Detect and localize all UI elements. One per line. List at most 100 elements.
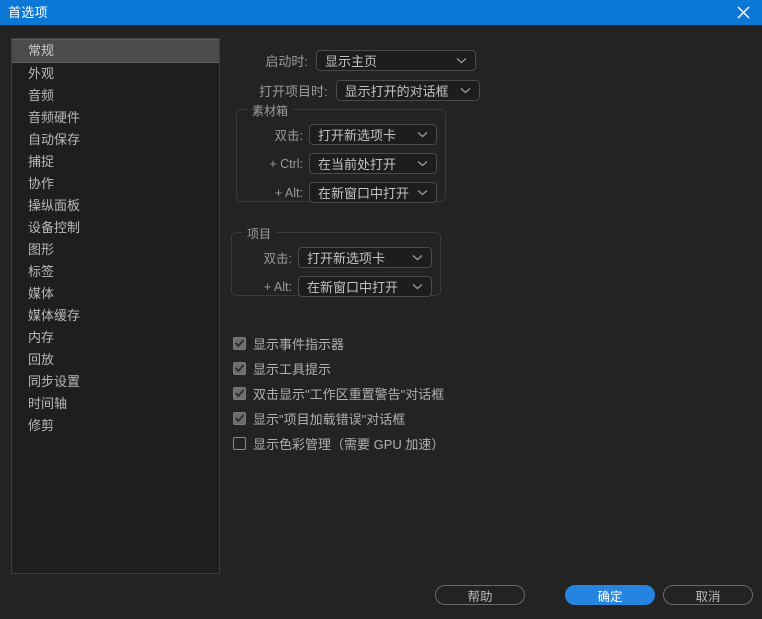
project-group: 项目 双击: 打开新选项卡 + Alt: 在新窗口中打开 — [231, 225, 441, 297]
checkbox-row-project-load-error[interactable]: 显示"项目加载错误"对话框 — [233, 409, 633, 428]
sidebar-item-label: 音频硬件 — [28, 110, 81, 125]
close-icon — [736, 6, 750, 19]
sidebar-item-label: 外观 — [28, 66, 55, 81]
project-double-click-value: 打开新选项卡 — [307, 251, 386, 266]
sidebar-item-label: 媒体缓存 — [28, 308, 81, 323]
general-settings-pane: 启动时: 显示主页 打开项目时: 显示打开的对话框 素材箱 双击: 打开新选项卡 — [228, 36, 748, 536]
bin-ctrl-dropdown[interactable]: 在当前处打开 — [309, 153, 437, 174]
chevron-down-icon — [451, 57, 475, 64]
chevron-down-icon — [412, 131, 436, 138]
sidebar-item-label: 操纵面板 — [28, 198, 81, 213]
startup-dropdown-value: 显示主页 — [325, 54, 378, 69]
checkbox-label: 显示"项目加载错误"对话框 — [253, 412, 406, 427]
bin-double-click-row: 双击: 打开新选项卡 — [237, 124, 445, 145]
sidebar-item-audio-hardware[interactable]: 音频硬件 — [12, 107, 219, 129]
bin-double-click-label: 双击: — [274, 129, 303, 143]
sidebar-item-graphics[interactable]: 图形 — [12, 239, 219, 261]
sidebar-item-device-control[interactable]: 设备控制 — [12, 217, 219, 239]
open-project-dropdown-value: 显示打开的对话框 — [344, 84, 449, 99]
project-double-click-dropdown[interactable]: 打开新选项卡 — [298, 247, 432, 268]
sidebar-item-media[interactable]: 媒体 — [12, 283, 219, 305]
help-button[interactable]: 帮助 — [435, 585, 525, 605]
checkbox-row-color-management[interactable]: 显示色彩管理（需要 GPU 加速） — [233, 434, 633, 453]
sidebar-item-media-cache[interactable]: 媒体缓存 — [12, 305, 219, 327]
project-alt-dropdown[interactable]: 在新窗口中打开 — [298, 276, 432, 297]
checkmark-icon[interactable] — [233, 412, 246, 425]
bin-alt-row: + Alt: 在新窗口中打开 — [237, 182, 445, 203]
startup-label: 启动时: — [265, 54, 308, 69]
startup-dropdown[interactable]: 显示主页 — [316, 50, 476, 71]
chevron-down-icon — [412, 189, 436, 196]
sidebar-item-label: 同步设置 — [28, 374, 81, 389]
bin-ctrl-row: + Ctrl: 在当前处打开 — [237, 153, 445, 174]
sidebar-item-label: 协作 — [28, 176, 55, 191]
sidebar-item-playback[interactable]: 回放 — [12, 349, 219, 371]
sidebar-item-capture[interactable]: 捕捉 — [12, 151, 219, 173]
bin-alt-label: + Alt: — [274, 185, 303, 200]
checkbox-row-workspace-reset-warning[interactable]: 双击显示"工作区重置警告"对话框 — [233, 384, 633, 403]
sidebar-item-label: 标签 — [28, 264, 55, 279]
sidebar-item-label: 内存 — [28, 330, 55, 345]
sidebar-item-label: 音频 — [28, 88, 55, 103]
open-project-dropdown[interactable]: 显示打开的对话框 — [335, 80, 480, 101]
chevron-down-icon — [412, 160, 436, 167]
sidebar-item-timeline[interactable]: 时间轴 — [12, 393, 219, 415]
dialog-footer: 帮助 确定 取消 — [0, 579, 762, 619]
sidebar-item-memory[interactable]: 内存 — [12, 327, 219, 349]
bin-alt-value: 在新窗口中打开 — [318, 186, 410, 201]
sidebar-item-label: 修剪 — [28, 418, 55, 433]
sidebar-item-label: 设备控制 — [28, 220, 81, 235]
sidebar-item-auto-save[interactable]: 自动保存 — [12, 129, 219, 151]
sidebar-item-label: 自动保存 — [28, 132, 81, 147]
sidebar-item-label: 常规 — [28, 43, 55, 58]
checkbox-row-tooltips[interactable]: 显示工具提示 — [233, 359, 633, 378]
sidebar-item-label: 图形 — [28, 242, 55, 257]
sidebar-item-labels[interactable]: 标签 — [12, 261, 219, 283]
window-title: 首选项 — [8, 5, 48, 20]
project-double-click-label: 双击: — [263, 252, 292, 266]
bin-double-click-dropdown[interactable]: 打开新选项卡 — [309, 124, 437, 145]
chevron-down-icon — [455, 87, 479, 94]
checkmark-icon[interactable] — [233, 337, 246, 350]
sidebar-item-label: 时间轴 — [28, 396, 68, 411]
project-alt-label: + Alt: — [263, 279, 292, 294]
sidebar-item-label: 回放 — [28, 352, 55, 367]
chevron-down-icon — [407, 283, 431, 290]
options-checkbox-list: 显示事件指示器 显示工具提示 双击显示"工作区重置警告"对话框 显示"项目加载错… — [233, 334, 633, 459]
checkbox-row-event-indicators[interactable]: 显示事件指示器 — [233, 334, 633, 353]
category-list[interactable]: 常规 外观 音频 音频硬件 自动保存 捕捉 协作 操纵面板 设备控制 图形 标签… — [11, 38, 220, 574]
bin-group-title: 素材箱 — [247, 102, 294, 119]
sidebar-item-general[interactable]: 常规 — [12, 39, 219, 63]
sidebar-item-label: 媒体 — [28, 286, 55, 301]
sidebar-item-sync-settings[interactable]: 同步设置 — [12, 371, 219, 393]
sidebar-item-label: 捕捉 — [28, 154, 55, 169]
empty-checkbox-icon[interactable] — [233, 437, 246, 450]
checkbox-label: 显示色彩管理（需要 GPU 加速） — [253, 437, 445, 452]
bin-double-click-value: 打开新选项卡 — [318, 128, 397, 143]
checkbox-label: 显示工具提示 — [253, 362, 332, 377]
close-button[interactable] — [724, 0, 762, 25]
bin-group: 素材箱 双击: 打开新选项卡 + Ctrl: 在当前处打开 + Alt: 在新窗… — [236, 102, 446, 203]
sidebar-item-collaboration[interactable]: 协作 — [12, 173, 219, 195]
startup-row: 启动时: 显示主页 — [228, 50, 480, 71]
checkmark-icon[interactable] — [233, 362, 246, 375]
checkbox-label: 双击显示"工作区重置警告"对话框 — [253, 387, 445, 402]
open-project-row: 打开项目时: 显示打开的对话框 — [228, 80, 480, 101]
cancel-button[interactable]: 取消 — [663, 585, 753, 605]
project-double-click-row: 双击: 打开新选项卡 — [232, 247, 440, 268]
ok-button[interactable]: 确定 — [565, 585, 655, 605]
project-alt-value: 在新窗口中打开 — [307, 280, 399, 295]
sidebar-item-audio[interactable]: 音频 — [12, 85, 219, 107]
checkmark-icon[interactable] — [233, 387, 246, 400]
chevron-down-icon — [407, 254, 431, 261]
sidebar-item-control-surface[interactable]: 操纵面板 — [12, 195, 219, 217]
bin-ctrl-value: 在当前处打开 — [318, 157, 397, 172]
project-group-title: 项目 — [242, 225, 277, 242]
bin-ctrl-label: + Ctrl: — [269, 156, 303, 171]
title-bar: 首选项 — [0, 0, 762, 25]
bin-alt-dropdown[interactable]: 在新窗口中打开 — [309, 182, 437, 203]
sidebar-item-appearance[interactable]: 外观 — [12, 63, 219, 85]
sidebar-item-trim[interactable]: 修剪 — [12, 415, 219, 437]
open-project-label: 打开项目时: — [258, 84, 328, 99]
checkbox-label: 显示事件指示器 — [253, 337, 345, 352]
